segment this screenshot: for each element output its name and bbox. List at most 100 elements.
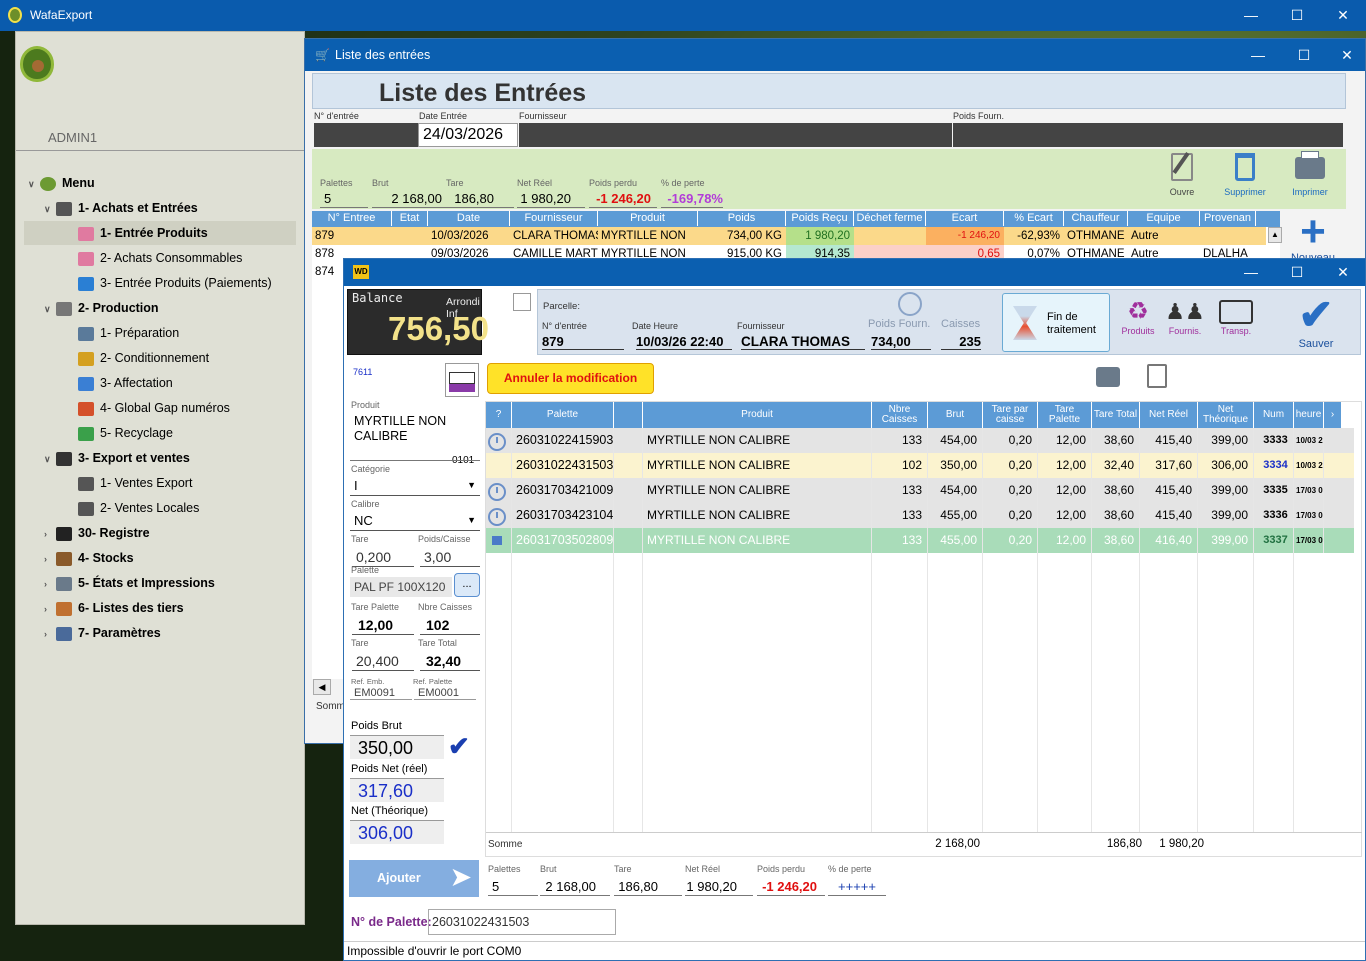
- sidebar-item[interactable]: 1- Entrée Produits: [24, 221, 296, 245]
- ajouter-button[interactable]: Ajouter ➤: [349, 860, 479, 897]
- liste-column-header[interactable]: Poids: [698, 211, 786, 226]
- liste-column-header[interactable]: Fournisseur: [510, 211, 598, 226]
- sidebar-item[interactable]: 1- Préparation: [66, 321, 179, 345]
- sidebar-item[interactable]: 3- Affectation: [66, 371, 173, 395]
- grid-scroll-up-button[interactable]: ▲: [1268, 227, 1282, 243]
- liste-column-header[interactable]: Chauffeur: [1064, 211, 1128, 226]
- date-entree-input[interactable]: 24/03/2026: [418, 123, 518, 147]
- nbre-caisses-input[interactable]: 102: [420, 615, 480, 635]
- supprimer-button[interactable]: Supprimer: [1217, 153, 1273, 203]
- grid-table-row[interactable]: 26031022431503 MYRTILLE NON CALIBRE 102 350…: [486, 453, 1354, 478]
- sidebar-item[interactable]: ∨ 2- Production: [44, 296, 159, 320]
- liste-column-header[interactable]: Provenan: [1200, 211, 1256, 226]
- grid-column-header[interactable]: Tare par caisse: [983, 402, 1038, 428]
- liste-maximize-button[interactable]: ☐: [1281, 39, 1327, 71]
- sidebar-item[interactable]: 2- Conditionnement: [66, 346, 209, 370]
- print-icon[interactable]: [1096, 367, 1120, 387]
- liste-close-button[interactable]: ✕: [1327, 39, 1366, 71]
- sidebar-item[interactable]: › 30- Registre: [44, 521, 150, 545]
- color-swatch-button[interactable]: [445, 363, 479, 397]
- categorie-select[interactable]: I ▼: [350, 478, 480, 496]
- menu-root[interactable]: ∨ Menu: [28, 171, 95, 195]
- transporteurs-nav-button[interactable]: Transp.: [1214, 298, 1258, 336]
- npalette-input[interactable]: 26031022431503: [428, 909, 616, 935]
- liste-column-header[interactable]: Poids Reçu: [786, 211, 854, 226]
- expand-chevron-icon[interactable]: ∨: [44, 197, 54, 221]
- fournisseurs-nav-button[interactable]: ♟♟ Fournis.: [1165, 298, 1205, 336]
- grid-table-row[interactable]: 26031703421009 MYRTILLE NON CALIBRE 133 454…: [486, 478, 1354, 503]
- grid-column-header[interactable]: Tare Total: [1092, 402, 1140, 428]
- grid-column-header[interactable]: ?: [486, 402, 512, 428]
- num-entree-input[interactable]: [314, 123, 418, 147]
- fournisseur-filter-input[interactable]: [519, 123, 952, 147]
- palette-input[interactable]: PAL PF 100X120: [350, 577, 452, 597]
- grid-column-header[interactable]: Produit: [643, 402, 872, 428]
- grid-column-header[interactable]: Num: [1254, 402, 1294, 428]
- pesee-close-button[interactable]: ✕: [1320, 259, 1366, 286]
- liste-column-header[interactable]: Equipe: [1128, 211, 1200, 226]
- expand-chevron-icon[interactable]: ∨: [44, 297, 54, 321]
- expand-chevron-icon[interactable]: ›: [44, 622, 54, 646]
- ouvre-button[interactable]: Ouvre: [1162, 152, 1202, 203]
- poids-fourn-filter-input[interactable]: [953, 123, 1343, 147]
- grid-column-header[interactable]: Net Théorique: [1198, 402, 1254, 428]
- expand-chevron-icon[interactable]: ›: [44, 572, 54, 596]
- liste-column-header[interactable]: Produit: [598, 211, 698, 226]
- expand-chevron-icon[interactable]: ›: [44, 597, 54, 621]
- expand-chevron-icon[interactable]: ›: [44, 522, 54, 546]
- sidebar-item[interactable]: › 6- Listes des tiers: [44, 596, 184, 620]
- liste-column-header[interactable]: Déchet ferme: [854, 211, 926, 226]
- poids-caisse-input[interactable]: 3,00: [420, 547, 480, 567]
- grid-table-row[interactable]: 26031703502809 MYRTILLE NON CALIBRE 133 455…: [486, 528, 1354, 553]
- maximize-button[interactable]: ☐: [1274, 0, 1320, 31]
- pesee-maximize-button[interactable]: ☐: [1274, 259, 1320, 286]
- annuler-modification-button[interactable]: Annuler la modification: [487, 363, 654, 394]
- expand-chevron-icon[interactable]: ›: [44, 547, 54, 571]
- palette-browse-button[interactable]: ...: [454, 573, 480, 597]
- grid-column-header[interactable]: [614, 402, 643, 428]
- grid-column-header[interactable]: Nbre Caisses: [872, 402, 928, 428]
- sidebar-item[interactable]: 5- Recyclage: [66, 421, 173, 445]
- liste-table-row[interactable]: 879 10/03/2026 CLARA THOMAS MYRTILLE NON 734…: [312, 227, 1266, 245]
- gear-icon[interactable]: [898, 292, 922, 316]
- expand-chevron-icon[interactable]: ∨: [44, 447, 54, 471]
- pesee-minimize-button[interactable]: —: [1228, 259, 1274, 286]
- produits-nav-button[interactable]: ♻ Produits: [1118, 298, 1158, 336]
- fin-traitement-button[interactable]: Fin de traitement: [1002, 293, 1110, 352]
- grid-column-header[interactable]: Palette: [512, 402, 614, 428]
- minimize-button[interactable]: —: [1228, 0, 1274, 31]
- tare-caisse-input[interactable]: 0,200: [352, 547, 414, 567]
- grid-scroll-left-button[interactable]: ◀: [313, 679, 331, 695]
- imprimer-button[interactable]: Imprimer: [1282, 151, 1338, 203]
- sidebar-item[interactable]: 2- Achats Consommables: [66, 246, 242, 270]
- tare-palette-input[interactable]: 12,00: [352, 615, 414, 635]
- sidebar-item[interactable]: 3- Entrée Produits (Paiements): [66, 271, 272, 295]
- sidebar-item[interactable]: ∨ 1- Achats et Entrées: [44, 196, 198, 220]
- grid-column-header[interactable]: Brut: [928, 402, 983, 428]
- sidebar-item[interactable]: › 7- Paramètres: [44, 621, 161, 645]
- grid-table-row[interactable]: 26031703423104 MYRTILLE NON CALIBRE 133 455…: [486, 503, 1354, 528]
- sidebar-item[interactable]: 1- Ventes Export: [66, 471, 192, 495]
- sidebar-item[interactable]: › 5- États et Impressions: [44, 571, 215, 595]
- sidebar-item[interactable]: ∨ 3- Export et ventes: [44, 446, 190, 470]
- grid-column-header[interactable]: Net Réel: [1140, 402, 1198, 428]
- liste-minimize-button[interactable]: —: [1235, 39, 1281, 71]
- grid-column-header[interactable]: Tare Palette: [1038, 402, 1092, 428]
- sidebar-item[interactable]: 4- Global Gap numéros: [66, 396, 230, 420]
- sidebar-item[interactable]: › 4- Stocks: [44, 546, 134, 570]
- liste-column-header[interactable]: Etat: [392, 211, 428, 226]
- arrondi-checkbox[interactable]: [513, 293, 531, 311]
- liste-column-header[interactable]: Date: [428, 211, 510, 226]
- liste-column-header[interactable]: % Ecart: [1004, 211, 1064, 226]
- grid-cell: 0,20: [983, 453, 1038, 478]
- sauver-button[interactable]: ✔ Sauver: [1286, 292, 1346, 351]
- grid-table-row[interactable]: 26031022415903 MYRTILLE NON CALIBRE 133 454…: [486, 428, 1354, 453]
- calibre-select[interactable]: NC ▼: [350, 513, 480, 531]
- liste-column-header[interactable]: Ecart: [926, 211, 1004, 226]
- close-button[interactable]: ✕: [1320, 0, 1366, 31]
- edit-icon[interactable]: [1147, 364, 1167, 388]
- liste-column-header[interactable]: N° Entree: [312, 211, 392, 226]
- grid-column-header[interactable]: heure: [1294, 402, 1324, 428]
- grid-scroll-right-button[interactable]: ›: [1324, 402, 1342, 428]
- sidebar-item[interactable]: 2- Ventes Locales: [66, 496, 199, 520]
